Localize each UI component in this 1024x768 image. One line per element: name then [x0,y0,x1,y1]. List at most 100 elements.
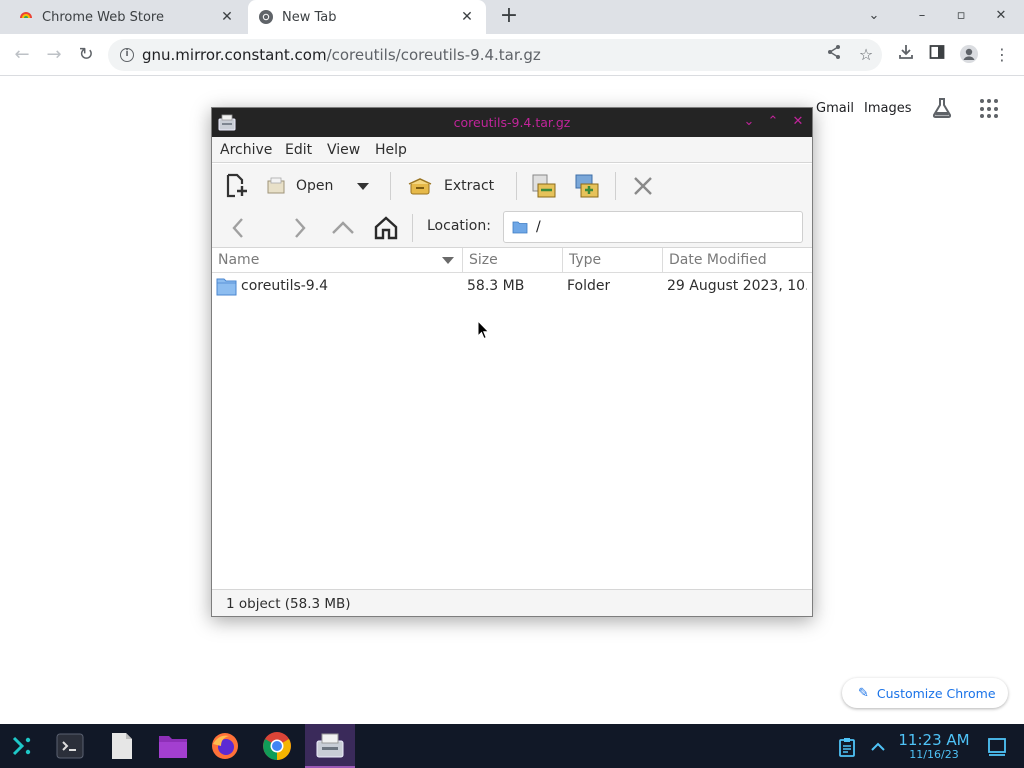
firefox-icon[interactable] [209,730,241,762]
tab-title: Chrome Web Store [42,9,164,25]
back-arrow-icon[interactable]: ← [11,44,33,66]
tray-expand-chevron-icon[interactable] [868,737,888,757]
archive-manager-window: coreutils-9.4.tar.gz ⌄ ⌃ ✕ Archive Edit … [211,107,813,617]
up-chevron-icon[interactable] [330,215,356,241]
sort-descending-icon [442,257,454,264]
terminal-icon[interactable] [54,730,86,762]
open-dropdown-button[interactable] [357,171,369,201]
dropdown-arrow-icon [357,182,369,190]
window-minimize-icon[interactable]: ⌄ [741,113,757,131]
tab-search-chevron-icon[interactable]: ⌄ [865,8,883,26]
column-date-label: Date Modified [669,252,767,268]
menu-view[interactable]: View [327,142,360,158]
url-host: gnu.mirror.constant.com [142,46,327,64]
customize-chrome-button[interactable]: ✎ Customize Chrome [842,678,1008,708]
url-path: /coreutils/coreutils-9.4.tar.gz [326,46,541,64]
delete-button[interactable] [632,171,654,201]
open-archive-icon [267,177,285,194]
close-tab-icon[interactable]: ✕ [458,8,476,26]
window-title: coreutils-9.4.tar.gz [453,115,571,130]
clock-date: 11/16/23 [909,748,959,761]
notifications-icon[interactable] [986,736,1008,758]
new-tab-plus-icon[interactable]: + [498,5,520,28]
tab-strip: Chrome Web Store ✕ New Tab ✕ + ⌄ – ▫ ✕ [0,0,1024,34]
menu-help[interactable]: Help [375,142,407,158]
toolbar-separator [412,214,413,242]
column-type[interactable]: Type [563,248,663,273]
clipboard-icon[interactable] [836,736,858,758]
customize-chrome-label: Customize Chrome [876,685,996,701]
tab-new-tab[interactable]: New Tab ✕ [248,0,486,34]
browser-toolbar: ← → ↻ i gnu.mirror.constant.com/coreutil… [0,34,1024,76]
chrome-taskbar-icon[interactable] [261,730,293,762]
taskbar-clock[interactable]: 11:23 AM 11/16/23 [896,732,972,761]
back-chevron-icon[interactable] [226,215,252,241]
archive-manager-taskbar-item[interactable] [305,724,355,768]
mouse-cursor-icon [477,320,489,340]
window-close-icon[interactable]: ✕ [790,113,806,131]
status-bar: 1 object (58.3 MB) [212,589,812,616]
gmail-link[interactable]: Gmail [816,101,854,116]
pencil-icon: ✎ [858,685,869,701]
new-document-icon [226,173,247,198]
taskbar [0,724,1024,768]
launcher-icon[interactable] [6,730,38,762]
toolbar-separator [615,172,616,200]
forward-arrow-icon[interactable]: → [43,44,65,66]
labs-flask-icon[interactable] [930,96,954,120]
column-size[interactable]: Size [463,248,563,273]
text-editor-icon[interactable] [106,730,138,762]
download-icon[interactable] [895,44,917,66]
toolbar-separator [390,172,391,200]
share-icon[interactable] [823,44,845,66]
close-window-icon[interactable]: ✕ [992,8,1010,26]
column-type-label: Type [569,252,602,268]
profile-avatar-icon[interactable] [958,44,980,66]
window-maximize-icon[interactable]: ⌃ [765,113,781,131]
close-tab-icon[interactable]: ✕ [218,8,236,26]
site-info-icon[interactable]: i [120,48,134,62]
address-bar[interactable]: i gnu.mirror.constant.com/coreutils/core… [108,39,882,71]
row-date-modified: 29 August 2023, 10… [667,278,807,294]
google-apps-grid-icon[interactable] [980,99,1000,119]
chrome-web-store-icon [20,12,32,18]
images-link[interactable]: Images [864,101,912,116]
folder-icon [216,278,237,296]
status-text: 1 object (58.3 MB) [226,596,351,612]
reload-icon[interactable]: ↻ [75,44,97,66]
location-label: Location: [427,218,491,234]
home-icon[interactable] [373,215,399,241]
archive-toolbar: Open Extract [212,164,812,208]
column-size-label: Size [469,252,498,268]
open-button[interactable]: Open [266,171,333,201]
maximize-icon[interactable]: ▫ [952,8,970,26]
add-files-button[interactable] [530,171,558,201]
clock-time: 11:23 AM [898,731,970,749]
new-archive-button[interactable] [224,171,250,201]
toolbar-separator [516,172,517,200]
menu-bar: Archive Edit View Help [212,137,812,163]
row-name: coreutils-9.4 [241,278,329,294]
tab-chrome-web-store[interactable]: Chrome Web Store ✕ [8,0,246,34]
add-folder-button[interactable] [573,171,601,201]
menu-edit[interactable]: Edit [285,142,312,158]
location-value: / [536,219,541,235]
minimize-icon[interactable]: – [913,8,931,26]
column-date-modified[interactable]: Date Modified [663,248,812,273]
files-folder-icon[interactable] [157,730,189,762]
bookmark-star-icon[interactable]: ☆ [855,44,877,66]
table-row[interactable]: coreutils-9.4 58.3 MB Folder 29 August 2… [212,274,812,300]
chrome-menu-kebab-icon[interactable]: ⋮ [991,44,1013,66]
forward-chevron-icon[interactable] [286,215,312,241]
column-name[interactable]: Name [212,248,463,273]
extract-button[interactable]: Extract [408,171,494,201]
row-size: 58.3 MB [467,278,525,294]
side-panel-icon[interactable] [926,44,948,66]
extract-icon [408,178,432,195]
folder-icon [512,221,528,234]
window-titlebar[interactable]: coreutils-9.4.tar.gz ⌄ ⌃ ✕ [212,108,812,137]
extract-label: Extract [444,178,495,194]
menu-archive[interactable]: Archive [220,142,272,158]
add-folder-icon [575,174,599,198]
location-field[interactable]: / [503,211,803,243]
